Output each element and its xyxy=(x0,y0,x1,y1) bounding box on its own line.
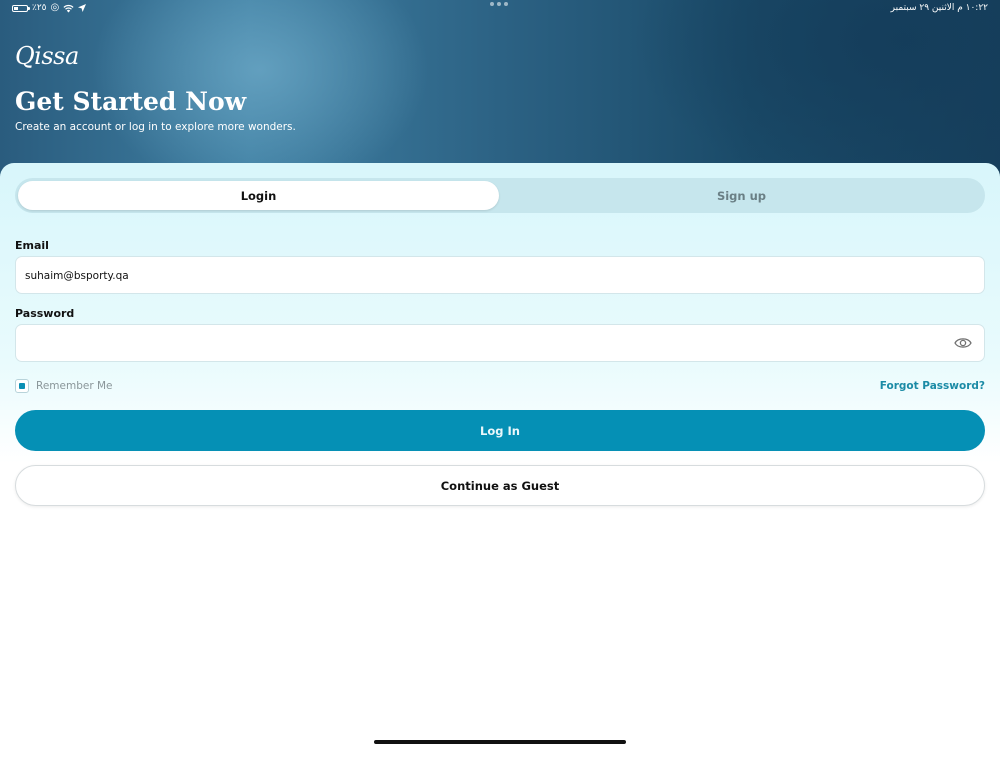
page-subtitle: Create an account or log in to explore m… xyxy=(15,121,296,133)
status-bar: ٪٢٥ ◎ ١٠:٢٢ م الاثنين ٢٩ سبتمبر xyxy=(0,0,1000,18)
status-datetime: ١٠:٢٢ م الاثنين ٢٩ سبتمبر xyxy=(890,3,988,13)
check-mark-icon xyxy=(19,383,25,389)
email-field-container xyxy=(15,256,985,295)
home-indicator[interactable] xyxy=(374,740,626,744)
remember-label: Remember Me xyxy=(36,380,113,392)
remember-me[interactable]: Remember Me xyxy=(15,379,113,393)
remember-checkbox[interactable] xyxy=(15,379,29,393)
email-field[interactable] xyxy=(23,257,927,295)
auth-sheet: Login Sign up Email Password Remember Me… xyxy=(0,163,1000,763)
forgot-password-link[interactable]: Forgot Password? xyxy=(880,380,985,392)
hero-header: ٪٢٥ ◎ ١٠:٢٢ م الاثنين ٢٩ سبتمبر Qissa Ge… xyxy=(0,0,1000,190)
wifi-icon xyxy=(63,4,74,12)
login-button[interactable]: Log In xyxy=(15,410,985,451)
status-left: ٪٢٥ ◎ xyxy=(12,2,87,13)
auth-tabs: Login Sign up xyxy=(15,178,985,213)
page-title: Get Started Now xyxy=(15,87,247,116)
focus-icon: ◎ xyxy=(50,2,60,13)
tab-signup[interactable]: Sign up xyxy=(501,181,982,210)
location-arrow-icon xyxy=(78,4,87,12)
multitasking-dots[interactable] xyxy=(490,2,508,6)
password-field[interactable] xyxy=(23,325,927,363)
eye-icon[interactable] xyxy=(954,336,972,350)
password-label: Password xyxy=(15,307,75,320)
email-label: Email xyxy=(15,239,49,252)
password-field-container xyxy=(15,324,985,363)
tab-login[interactable]: Login xyxy=(18,181,499,210)
continue-as-guest-button[interactable]: Continue as Guest xyxy=(15,465,985,506)
battery-percent: ٪٢٥ xyxy=(32,3,47,13)
app-logo: Qissa xyxy=(15,42,79,70)
battery-icon xyxy=(12,4,30,12)
